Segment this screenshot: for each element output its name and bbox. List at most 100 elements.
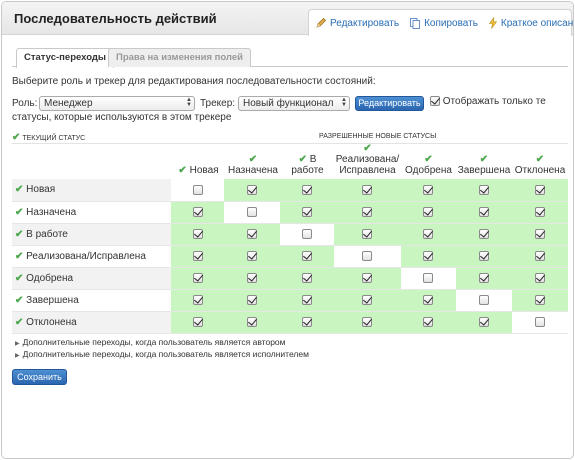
transition-checkbox[interactable]	[362, 272, 373, 283]
transition-cell	[400, 223, 456, 246]
transition-checkbox[interactable]	[247, 316, 258, 327]
transition-cell	[333, 267, 401, 290]
check-icon[interactable]: ✔	[15, 317, 23, 328]
author-transitions-toggle[interactable]: ▶ Дополнительные переходы, когда пользова…	[15, 337, 309, 349]
transition-checkbox[interactable]	[302, 228, 313, 239]
transition-checkbox[interactable]	[478, 250, 489, 261]
transition-cell	[224, 201, 281, 224]
edit-matrix-button[interactable]: Редактировать	[355, 96, 424, 111]
role-select[interactable]: Менеджер ▲ ▼	[39, 96, 195, 111]
column-header-label: Завершена	[457, 165, 511, 176]
check-icon[interactable]: ✔	[480, 154, 488, 165]
check-icon[interactable]: ✔	[15, 273, 23, 284]
transition-checkbox[interactable]	[192, 272, 203, 283]
transition-checkbox[interactable]	[362, 316, 373, 327]
transition-checkbox[interactable]	[247, 250, 258, 261]
transition-checkbox[interactable]	[478, 272, 489, 283]
transition-checkbox[interactable]	[423, 250, 434, 261]
action-bar: Редактировать Копировать Краткое описани…	[308, 9, 573, 36]
matrix-row: ✔ В работе	[12, 223, 568, 246]
only-used-label-cont: статусы, которые используются в этом тре…	[12, 112, 232, 123]
tab-status-transitions[interactable]: Статус-переходы	[16, 48, 115, 68]
transition-cell	[280, 245, 334, 268]
select-arrows-icon: ▲ ▼	[341, 97, 347, 108]
transition-checkbox[interactable]	[247, 184, 258, 195]
transition-checkbox[interactable]	[192, 316, 203, 327]
transition-checkbox[interactable]	[534, 184, 545, 195]
transition-checkbox[interactable]	[302, 294, 313, 305]
transition-checkbox[interactable]	[478, 316, 489, 327]
tracker-select-value: Новый функционал	[243, 98, 334, 109]
transition-checkbox[interactable]	[302, 206, 313, 217]
transition-checkbox[interactable]	[362, 294, 373, 305]
transition-cell	[400, 201, 456, 224]
transition-checkbox[interactable]	[302, 272, 313, 283]
transition-checkbox[interactable]	[247, 294, 258, 305]
transition-checkbox[interactable]	[423, 228, 434, 239]
edit-link[interactable]: Редактировать	[315, 17, 399, 29]
transition-checkbox[interactable]	[478, 228, 489, 239]
transition-checkbox[interactable]	[478, 184, 489, 195]
transition-checkbox[interactable]	[423, 294, 434, 305]
transition-checkbox[interactable]	[247, 228, 258, 239]
check-icon[interactable]: ✔	[15, 251, 23, 262]
matrix-row: ✔ Новая	[12, 179, 568, 202]
transition-checkbox[interactable]	[362, 250, 373, 261]
transition-cell	[455, 179, 512, 202]
transition-checkbox[interactable]	[302, 184, 313, 195]
transition-checkbox[interactable]	[534, 294, 545, 305]
transition-cell	[171, 267, 225, 290]
column-header-label: Отклонена	[514, 165, 566, 176]
transition-cell	[171, 289, 225, 312]
transition-checkbox[interactable]	[534, 206, 545, 217]
check-icon[interactable]: ✔	[15, 207, 23, 218]
transition-checkbox[interactable]	[192, 184, 203, 195]
assignee-transitions-toggle[interactable]: ▶ Дополнительные переходы, когда пользова…	[15, 349, 309, 361]
transition-checkbox[interactable]	[247, 272, 258, 283]
transition-checkbox[interactable]	[423, 184, 434, 195]
row-status-name: Одобрена	[26, 272, 74, 284]
transition-checkbox[interactable]	[534, 316, 545, 327]
transition-cell	[511, 201, 568, 224]
copy-link[interactable]: Копировать	[409, 17, 478, 29]
transition-checkbox[interactable]	[362, 206, 373, 217]
transition-checkbox[interactable]	[362, 184, 373, 195]
column-header-label: Новая	[189, 165, 219, 176]
check-icon[interactable]: ✔	[15, 184, 23, 195]
check-icon[interactable]: ✔	[15, 229, 23, 240]
check-icon[interactable]: ✔	[424, 154, 432, 165]
transition-cell	[280, 201, 334, 224]
transition-checkbox[interactable]	[192, 294, 203, 305]
column-headers: ✔ Новая ✔ Назначена ✔ Вработе ✔ Реализована/…	[12, 143, 568, 178]
transition-checkbox[interactable]	[534, 272, 545, 283]
transition-checkbox[interactable]	[534, 250, 545, 261]
summary-link[interactable]: Краткое описание	[488, 17, 573, 29]
transition-checkbox[interactable]	[362, 228, 373, 239]
transition-checkbox[interactable]	[192, 206, 203, 217]
check-icon[interactable]: ✔	[249, 154, 257, 165]
transition-checkbox[interactable]	[247, 206, 258, 217]
tracker-select[interactable]: Новый функционал ▲ ▼	[238, 96, 350, 111]
only-used-filter: Отображать только те	[430, 96, 570, 107]
only-used-checkbox[interactable]	[430, 96, 440, 107]
transition-checkbox[interactable]	[423, 316, 434, 327]
transition-checkbox[interactable]	[478, 206, 489, 217]
matrix-row: ✔ Завершена	[12, 289, 568, 312]
transition-checkbox[interactable]	[423, 272, 434, 283]
transition-checkbox[interactable]	[192, 250, 203, 261]
transition-checkbox[interactable]	[534, 228, 545, 239]
transition-checkbox[interactable]	[302, 316, 313, 327]
check-icon[interactable]: ✔	[178, 165, 186, 176]
save-button[interactable]: Сохранить	[12, 369, 67, 385]
check-icon[interactable]: ✔	[536, 154, 544, 165]
check-icon[interactable]: ✔	[15, 295, 23, 306]
tab-field-permissions[interactable]: Права на изменения полей	[108, 48, 251, 67]
transition-checkbox[interactable]	[423, 206, 434, 217]
check-icon[interactable]: ✔	[299, 154, 307, 165]
transition-checkbox[interactable]	[478, 294, 489, 305]
transition-checkbox[interactable]	[192, 228, 203, 239]
transition-cell	[280, 311, 334, 334]
transition-checkbox[interactable]	[302, 250, 313, 261]
current-status-heading: ✔ Текущий статус	[12, 132, 85, 143]
check-icon[interactable]: ✔	[363, 143, 371, 154]
